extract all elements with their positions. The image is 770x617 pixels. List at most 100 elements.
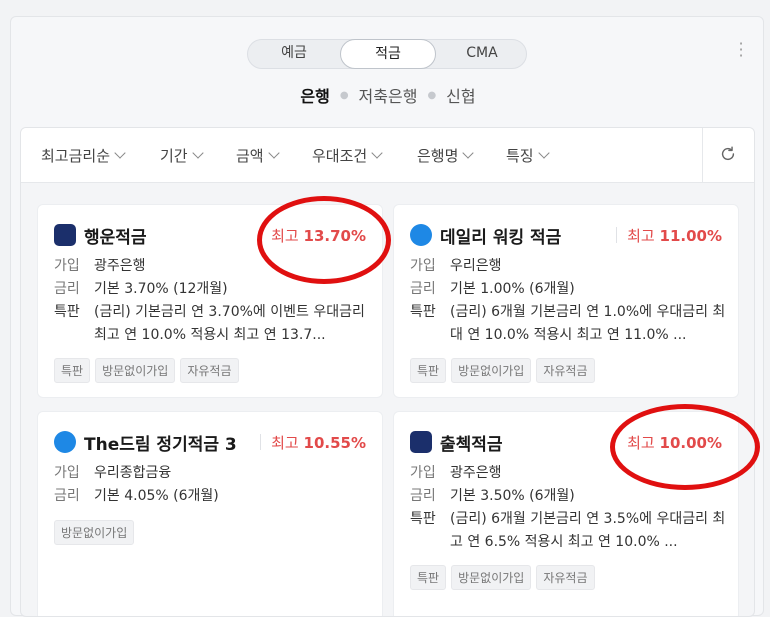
product-card[interactable]: 데일리 워킹 적금 최고 11.00% 가입 우리은행 금리 기본 1.00% (6… bbox=[393, 204, 739, 398]
institution-subtabs: 은행 ● 저축은행 ● 신협 bbox=[11, 83, 765, 107]
filter-bank-name[interactable]: 은행명 bbox=[417, 145, 475, 166]
tag: 방문없이가입 bbox=[451, 358, 532, 383]
rate-value: 11.00% bbox=[659, 227, 722, 245]
rate-prefix: 최고 bbox=[271, 227, 299, 245]
special-description: (금리) 6개월 기본금리 연 3.5%에 우대금리 최고 연 6.5% 적용시… bbox=[450, 511, 726, 550]
savings-panel: 예금 적금 CMA · · · 은행 ● 저축은행 ● 신협 최고금리순 기간 금액 우대조… bbox=[10, 16, 765, 617]
join-label: 가입 bbox=[410, 258, 436, 274]
product-card[interactable]: The드림 정기적금 3 최고 10.55% 가입 우리종합금융 금리 기본 4.0… bbox=[37, 411, 383, 616]
separator-dot: ● bbox=[339, 89, 349, 101]
tag-list: 방문없이가입 bbox=[54, 520, 139, 545]
filter-label: 은행명 bbox=[417, 147, 459, 165]
join-row: 가입 광주은행 bbox=[410, 462, 502, 484]
tab-cma[interactable]: CMA bbox=[436, 39, 528, 69]
rate-row: 금리 기본 4.05% (6개월) bbox=[54, 485, 219, 507]
filter-label: 우대조건 bbox=[312, 147, 368, 165]
rate-prefix: 최고 bbox=[627, 227, 655, 245]
product-card[interactable]: 출첵적금 최고 10.00% 가입 광주은행 금리 기본 3.50% (6개월) 특… bbox=[393, 411, 739, 616]
product-card[interactable]: 행운적금 최고 13.70% 가입 광주은행 금리 기본 3.70% (12개월) … bbox=[37, 204, 383, 398]
chevron-down-icon bbox=[267, 147, 280, 159]
base-rate: 기본 1.00% (6개월) bbox=[450, 281, 575, 297]
join-row: 가입 우리종합금융 bbox=[54, 462, 171, 484]
separator-dot: ● bbox=[427, 89, 437, 101]
product-type-tabs: 예금 적금 CMA bbox=[247, 39, 527, 69]
product-name: 데일리 워킹 적금 bbox=[440, 228, 562, 248]
rate-row: 금리 기본 3.50% (6개월) bbox=[410, 485, 575, 507]
tag-list: 특판 방문없이가입 자유적금 bbox=[410, 358, 600, 383]
tag: 자유적금 bbox=[536, 358, 595, 383]
tag: 방문없이가입 bbox=[95, 358, 176, 383]
tag: 특판 bbox=[410, 358, 447, 383]
tag-list: 특판 방문없이가입 자유적금 bbox=[54, 358, 244, 383]
filter-amount[interactable]: 금액 bbox=[236, 145, 280, 166]
divider bbox=[260, 434, 261, 450]
bank-logo-icon bbox=[54, 431, 76, 453]
bank-logo-icon bbox=[410, 431, 432, 453]
filter-label: 기간 bbox=[160, 147, 188, 165]
rate-value: 10.55% bbox=[303, 434, 366, 452]
chevron-down-icon bbox=[114, 147, 126, 159]
base-rate: 기본 3.50% (6개월) bbox=[450, 488, 575, 504]
filter-features[interactable]: 특징 bbox=[506, 145, 550, 166]
refresh-icon bbox=[721, 146, 735, 161]
rate-label: 금리 bbox=[54, 488, 80, 504]
rate-label: 금리 bbox=[54, 281, 80, 297]
bank-name: 광주은행 bbox=[94, 258, 146, 274]
max-rate: 최고 11.00% bbox=[627, 225, 722, 246]
tag: 자유적금 bbox=[536, 565, 595, 590]
tag: 특판 bbox=[410, 565, 447, 590]
more-options-icon[interactable]: · · · bbox=[736, 36, 746, 64]
bank-logo-icon bbox=[410, 224, 432, 246]
special-description: (금리) 6개월 기본금리 연 1.0%에 우대금리 최대 연 10.0% 적용… bbox=[450, 304, 726, 343]
rate-row: 금리 기본 3.70% (12개월) bbox=[54, 278, 228, 300]
filter-bar: 최고금리순 기간 금액 우대조건 은행명 특징 bbox=[21, 128, 754, 183]
subtab-credit-union[interactable]: 신협 bbox=[446, 83, 475, 107]
tag-list: 특판 방문없이가입 자유적금 bbox=[410, 565, 600, 590]
special-label: 특판 bbox=[410, 304, 436, 320]
chevron-down-icon bbox=[462, 147, 475, 159]
tab-deposit[interactable]: 예금 bbox=[248, 39, 340, 69]
special-label: 특판 bbox=[54, 304, 80, 320]
rate-value: 13.70% bbox=[303, 227, 366, 245]
special-label: 특판 bbox=[410, 511, 436, 527]
product-name: The드림 정기적금 3 bbox=[84, 435, 237, 455]
filter-sort[interactable]: 최고금리순 bbox=[41, 145, 126, 166]
tag: 방문없이가입 bbox=[451, 565, 532, 590]
join-row: 가입 우리은행 bbox=[410, 255, 502, 277]
rate-label: 금리 bbox=[410, 281, 436, 297]
product-name: 행운적금 bbox=[84, 228, 147, 248]
filter-preferential[interactable]: 우대조건 bbox=[312, 145, 383, 166]
rate-prefix: 최고 bbox=[627, 434, 655, 452]
join-label: 가입 bbox=[410, 465, 436, 481]
max-rate: 최고 10.55% bbox=[271, 432, 366, 453]
special-description: (금리) 기본금리 연 3.70%에 이벤트 우대금리 최고 연 10.0% 적… bbox=[94, 304, 365, 343]
subtab-bank[interactable]: 은행 bbox=[300, 83, 329, 107]
chevron-down-icon bbox=[371, 147, 383, 159]
tag: 방문없이가입 bbox=[54, 520, 135, 545]
filter-period[interactable]: 기간 bbox=[160, 145, 204, 166]
filter-label: 특징 bbox=[506, 147, 534, 165]
bank-name: 우리종합금융 bbox=[94, 465, 172, 481]
filter-label: 최고금리순 bbox=[41, 147, 111, 165]
max-rate: 최고 13.70% bbox=[271, 225, 366, 246]
tag: 특판 bbox=[54, 358, 91, 383]
max-rate: 최고 10.00% bbox=[627, 432, 722, 453]
bank-name: 광주은행 bbox=[450, 465, 502, 481]
chevron-down-icon bbox=[191, 147, 204, 159]
base-rate: 기본 3.70% (12개월) bbox=[94, 281, 228, 297]
product-name: 출첵적금 bbox=[440, 435, 503, 455]
bank-name: 우리은행 bbox=[450, 258, 502, 274]
join-label: 가입 bbox=[54, 258, 80, 274]
refresh-button[interactable] bbox=[702, 128, 754, 182]
base-rate: 기본 4.05% (6개월) bbox=[94, 488, 219, 504]
filter-label: 금액 bbox=[236, 147, 264, 165]
divider bbox=[616, 227, 617, 243]
join-row: 가입 광주은행 bbox=[54, 255, 146, 277]
subtab-savings-bank[interactable]: 저축은행 bbox=[359, 83, 418, 107]
chevron-down-icon bbox=[537, 147, 550, 159]
rate-prefix: 최고 bbox=[271, 434, 299, 452]
rate-value: 10.00% bbox=[659, 434, 722, 452]
tab-savings[interactable]: 적금 bbox=[340, 39, 436, 69]
bank-logo-icon bbox=[54, 224, 76, 246]
rate-label: 금리 bbox=[410, 488, 436, 504]
